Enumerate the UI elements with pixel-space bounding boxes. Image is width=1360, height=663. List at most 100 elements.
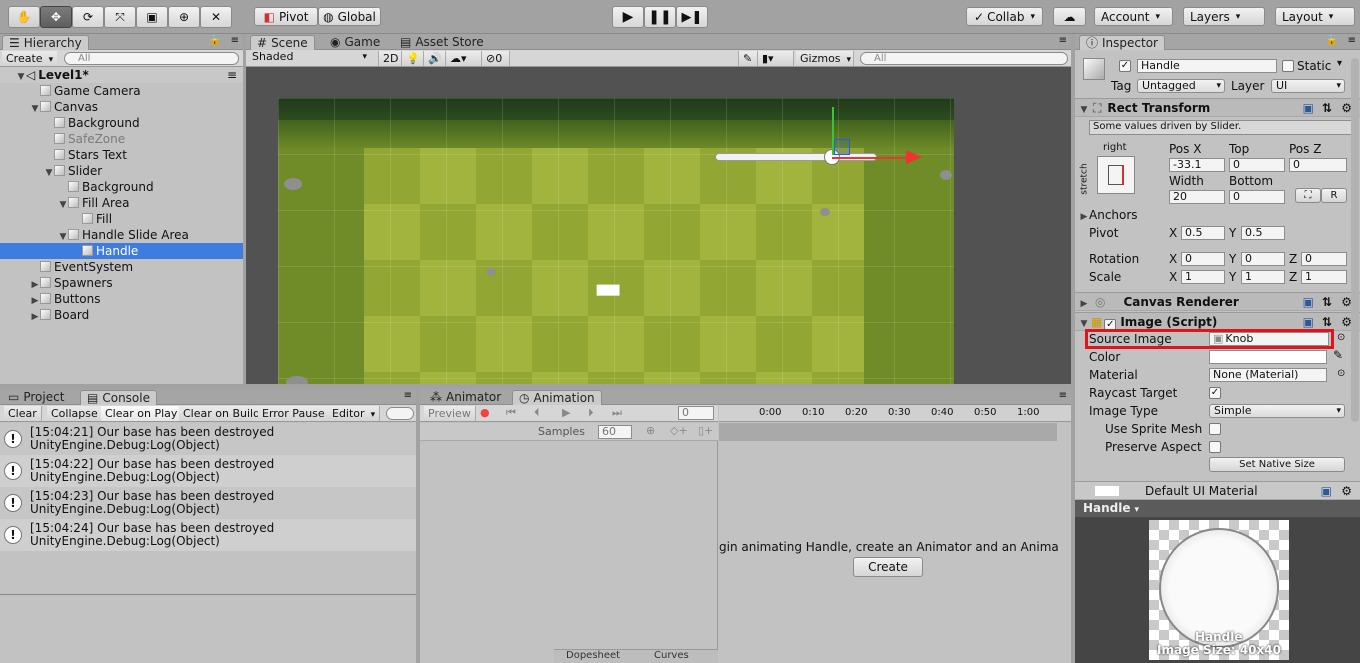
presets-icon[interactable]: ⇅ bbox=[1322, 293, 1332, 311]
console-entry[interactable]: ! [15:04:22] Our base has been destroyed U… bbox=[0, 455, 416, 487]
collab-dropdown[interactable]: ✓ Collab bbox=[966, 7, 1043, 26]
expand-arrow-icon[interactable]: ▼ bbox=[1079, 101, 1089, 119]
mode-2d-toggle[interactable]: 2D bbox=[378, 51, 402, 66]
inspector-scrollbar[interactable] bbox=[1351, 58, 1359, 422]
dopesheet-tab[interactable]: Dopesheet bbox=[566, 650, 620, 661]
anchor-preset-button[interactable] bbox=[1097, 156, 1135, 194]
custom-tool-button[interactable]: ✕ bbox=[200, 6, 232, 28]
hierarchy-item[interactable]: Background bbox=[0, 179, 243, 195]
console-entry[interactable]: ! [15:04:24] Our base has been destroyed U… bbox=[0, 519, 416, 551]
first-frame-icon[interactable]: ⏮ bbox=[506, 406, 516, 420]
presets-icon[interactable]: ⇅ bbox=[1322, 99, 1332, 117]
add-event-icon[interactable]: ▯+ bbox=[698, 424, 713, 437]
step-button[interactable]: ▶❚ bbox=[676, 6, 708, 28]
object-picker-icon[interactable]: ⊙ bbox=[1337, 368, 1345, 379]
anchors-foldout[interactable]: ▶ Anchors bbox=[1075, 206, 1360, 224]
scene-menu-icon[interactable]: ≡ bbox=[227, 67, 237, 83]
rect-transform-header[interactable]: ▼ ⛶ Rect Transform ▣ ⇅ ⚙ bbox=[1075, 98, 1360, 117]
image-type-dropdown[interactable]: Simple bbox=[1209, 404, 1345, 418]
keyframe-icon[interactable]: ⊕ bbox=[646, 424, 655, 437]
lock-icon[interactable]: 🔒 bbox=[1326, 35, 1338, 46]
last-frame-icon[interactable]: ⏭ bbox=[612, 406, 622, 420]
layers-dropdown[interactable]: Layers bbox=[1183, 7, 1265, 26]
record-icon[interactable]: ● bbox=[480, 406, 490, 419]
pos-z-field[interactable]: 0 bbox=[1289, 158, 1347, 172]
panel-menu-icon[interactable]: ≡ bbox=[1348, 35, 1356, 46]
tab-scene[interactable]: # Scene bbox=[250, 35, 315, 50]
hierarchy-item[interactable]: SafeZone bbox=[0, 131, 243, 147]
static-dropdown-icon[interactable]: ▾ bbox=[1337, 58, 1342, 69]
raw-edit-button[interactable]: R bbox=[1321, 188, 1347, 203]
tab-game[interactable]: ◉ Game bbox=[324, 35, 386, 50]
frame-field[interactable]: 0 bbox=[678, 406, 714, 420]
layout-dropdown[interactable]: Layout bbox=[1275, 7, 1355, 26]
clear-button[interactable]: Clear bbox=[4, 406, 42, 421]
panel-menu-icon[interactable]: ≡ bbox=[404, 390, 412, 401]
blueprint-mode-button[interactable]: ⛶ bbox=[1295, 188, 1321, 203]
tab-asset-store[interactable]: ▤ Asset Store bbox=[394, 35, 490, 50]
camera-dropdown[interactable]: ▮▾ bbox=[758, 51, 794, 66]
pivot-toggle[interactable]: ◧ Pivot bbox=[254, 7, 318, 26]
preview-toggle[interactable]: Preview bbox=[424, 406, 476, 421]
scene-tools-button[interactable]: ✎ bbox=[738, 51, 758, 66]
rotation-x-field[interactable]: 0 bbox=[1181, 252, 1225, 266]
layer-dropdown[interactable]: UI bbox=[1271, 79, 1345, 93]
hierarchy-item[interactable]: ▼ Canvas bbox=[0, 99, 243, 115]
scale-x-field[interactable]: 1 bbox=[1181, 270, 1225, 284]
rotation-z-field[interactable]: 0 bbox=[1301, 252, 1347, 266]
console-search-input[interactable] bbox=[386, 407, 414, 420]
hierarchy-item[interactable]: Background bbox=[0, 115, 243, 131]
shading-dropdown[interactable]: Shaded bbox=[248, 51, 370, 65]
preserve-aspect-checkbox[interactable] bbox=[1209, 441, 1221, 453]
hierarchy-item[interactable]: ▶ Spawners bbox=[0, 275, 243, 291]
tab-hierarchy[interactable]: ☰ Hierarchy bbox=[2, 35, 89, 50]
use-sprite-mesh-checkbox[interactable] bbox=[1209, 423, 1221, 435]
width-field[interactable]: 20 bbox=[1169, 190, 1225, 204]
clear-on-build-toggle[interactable]: Clear on Build bbox=[179, 406, 266, 421]
play-anim-icon[interactable]: ▶ bbox=[562, 406, 570, 419]
color-field[interactable] bbox=[1209, 350, 1327, 364]
transform-tool-button[interactable]: ⊕ bbox=[168, 6, 200, 28]
default-material-header[interactable]: Default UI Material ▣ ⚙ bbox=[1075, 481, 1360, 500]
effects-toggle[interactable]: ☁▾ bbox=[446, 51, 482, 66]
expand-arrow-icon[interactable]: ▶ bbox=[1079, 208, 1089, 226]
console-entry[interactable]: ! [15:04:23] Our base has been destroyed U… bbox=[0, 487, 416, 519]
samples-field[interactable]: 60 bbox=[598, 425, 632, 439]
material-field[interactable]: None (Material) bbox=[1209, 368, 1327, 382]
collapse-toggle[interactable]: Collapse bbox=[47, 406, 103, 421]
active-checkbox[interactable]: ✓ bbox=[1119, 60, 1131, 72]
create-dropdown[interactable]: Create bbox=[2, 51, 58, 66]
play-button[interactable]: ▶ bbox=[612, 6, 644, 28]
pivot-x-field[interactable]: 0.5 bbox=[1181, 226, 1225, 240]
scene-canvas[interactable]: ▬ bbox=[246, 67, 1071, 384]
lighting-toggle[interactable]: 💡 bbox=[402, 51, 424, 66]
eyedropper-icon[interactable]: ✎ bbox=[1333, 348, 1343, 362]
scale-tool-button[interactable]: ⤧ bbox=[104, 6, 136, 28]
hierarchy-item[interactable]: Handle bbox=[0, 243, 243, 259]
create-animation-button[interactable]: Create bbox=[853, 557, 923, 577]
hierarchy-item[interactable]: ▼ Slider bbox=[0, 163, 243, 179]
object-name-field[interactable]: Handle bbox=[1137, 59, 1277, 73]
hidden-layers-toggle[interactable]: ⊘0 bbox=[482, 51, 510, 66]
curves-tab[interactable]: Curves bbox=[654, 650, 689, 661]
scale-z-field[interactable]: 1 bbox=[1301, 270, 1347, 284]
canvas-renderer-header[interactable]: ▶ ◎ Canvas Renderer ▣ ⇅ ⚙ bbox=[1075, 292, 1360, 311]
global-toggle[interactable]: ◍ Global bbox=[318, 7, 381, 26]
editor-dropdown[interactable]: Editor bbox=[328, 406, 381, 421]
help-icon[interactable]: ▣ bbox=[1303, 293, 1314, 311]
prev-frame-icon[interactable]: ⏴ bbox=[534, 406, 540, 420]
tab-inspector[interactable]: ⓘ Inspector bbox=[1079, 35, 1165, 50]
bottom-field[interactable]: 0 bbox=[1229, 190, 1285, 204]
add-keyframe-icon[interactable]: ◇+ bbox=[670, 424, 688, 437]
raycast-target-checkbox[interactable]: ✓ bbox=[1209, 387, 1221, 399]
expand-arrow-icon[interactable]: ▶ bbox=[30, 309, 40, 325]
rotation-y-field[interactable]: 0 bbox=[1241, 252, 1285, 266]
top-field[interactable]: 0 bbox=[1229, 158, 1285, 172]
tab-animation[interactable]: ◷ Animation bbox=[512, 390, 602, 405]
rotate-tool-button[interactable]: ⟳ bbox=[72, 6, 104, 28]
hierarchy-item[interactable]: Stars Text bbox=[0, 147, 243, 163]
tab-console[interactable]: ▤ Console bbox=[80, 390, 157, 405]
static-checkbox[interactable] bbox=[1282, 60, 1294, 72]
scene-root-row[interactable]: ▼ ◁ Level1* ≡ bbox=[0, 67, 243, 83]
pivot-y-field[interactable]: 0.5 bbox=[1241, 226, 1285, 240]
